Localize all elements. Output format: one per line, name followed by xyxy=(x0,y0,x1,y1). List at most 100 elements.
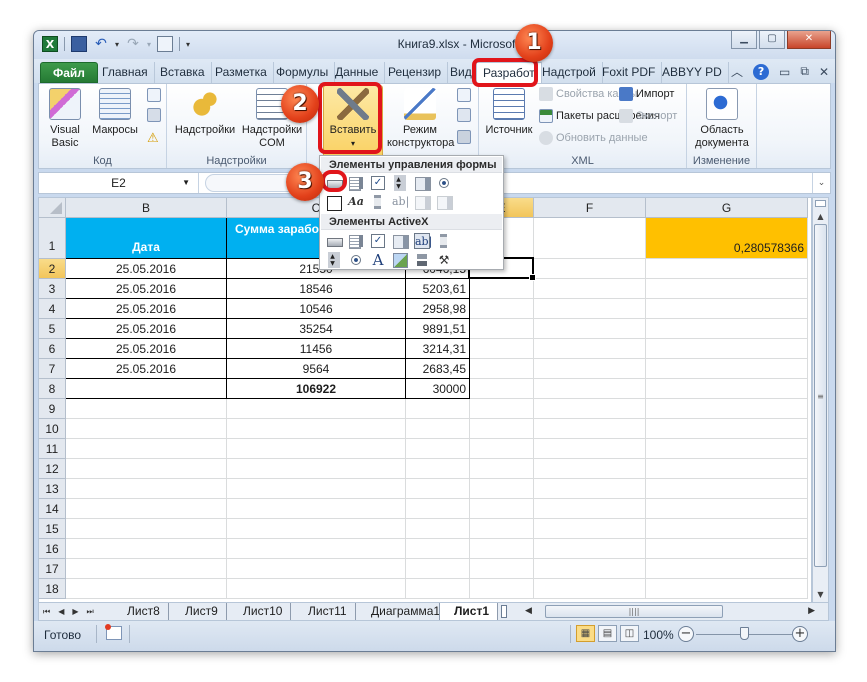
sheet-tab-diagram1[interactable]: Диаграмма1 xyxy=(357,603,450,620)
cell-empty[interactable] xyxy=(534,319,646,339)
row-header[interactable]: 4 xyxy=(39,299,66,319)
normal-view-icon[interactable]: ▦ xyxy=(576,625,595,642)
cell-d[interactable] xyxy=(406,559,470,579)
cell-empty[interactable] xyxy=(470,539,534,559)
form-combo-list-edit-icon[interactable] xyxy=(414,194,431,210)
activex-text-box-icon[interactable]: ab| xyxy=(414,233,432,249)
cell-empty[interactable] xyxy=(534,399,646,419)
cell-f1[interactable] xyxy=(534,218,646,259)
form-text-field-icon[interactable]: ab| xyxy=(392,194,409,210)
run-dialog-button[interactable] xyxy=(457,130,471,144)
cell-empty[interactable] xyxy=(470,559,534,579)
cell-date[interactable]: 25.05.2016 xyxy=(66,259,227,279)
cell-sum[interactable]: 35254 xyxy=(227,319,406,339)
row-header[interactable]: 14 xyxy=(39,499,66,519)
cell-empty[interactable] xyxy=(534,479,646,499)
form-label-icon[interactable]: Aa xyxy=(348,194,364,210)
view-code-button[interactable] xyxy=(457,108,471,122)
cell-empty[interactable] xyxy=(470,499,534,519)
row-header-1[interactable]: 1 xyxy=(39,218,66,259)
cell-date[interactable] xyxy=(66,379,227,399)
cell-d[interactable]: 5203,61 xyxy=(406,279,470,299)
minimize-ribbon-icon[interactable]: ︿ xyxy=(731,63,743,80)
cell-sum[interactable] xyxy=(227,559,406,579)
last-sheet-icon[interactable]: ⏭ xyxy=(87,605,94,619)
row-header[interactable]: 11 xyxy=(39,439,66,459)
maximize-button[interactable]: ▢ xyxy=(759,31,785,49)
cell-d[interactable] xyxy=(406,539,470,559)
relative-refs-button[interactable] xyxy=(147,108,161,122)
cell-empty[interactable] xyxy=(646,259,808,279)
row-header[interactable]: 12 xyxy=(39,459,66,479)
form-combo-box-icon[interactable] xyxy=(348,175,364,191)
cell-empty[interactable] xyxy=(534,579,646,599)
cell-sum[interactable]: 106922 xyxy=(227,379,406,399)
horizontal-scroll-thumb[interactable]: |||| xyxy=(545,605,723,618)
cell-d[interactable]: 2958,98 xyxy=(406,299,470,319)
activex-image-icon[interactable] xyxy=(392,252,408,268)
cell-date[interactable]: 25.05.2016 xyxy=(66,299,227,319)
cell-empty[interactable] xyxy=(534,379,646,399)
cell-d[interactable] xyxy=(406,439,470,459)
form-check-box-icon[interactable] xyxy=(370,175,386,191)
sheet-tab-list1[interactable]: Лист1 xyxy=(439,603,499,620)
cell-empty[interactable] xyxy=(646,279,808,299)
cell-date[interactable] xyxy=(66,519,227,539)
cell-empty[interactable] xyxy=(470,279,534,299)
tab-abbyy-pdf[interactable]: ABBYY PD xyxy=(656,62,729,83)
cell-sum[interactable] xyxy=(227,459,406,479)
cell-sum[interactable] xyxy=(227,499,406,519)
zoom-in-icon[interactable]: + xyxy=(792,626,808,642)
cell-sum[interactable]: 10546 xyxy=(227,299,406,319)
form-list-box-icon[interactable] xyxy=(414,175,431,191)
cell-d[interactable]: 9891,51 xyxy=(406,319,470,339)
macros-button[interactable]: Макросы xyxy=(89,86,141,137)
zoom-level[interactable]: 100% xyxy=(643,628,674,642)
scroll-down-icon[interactable]: ▼ xyxy=(813,588,828,602)
cell-empty[interactable] xyxy=(646,339,808,359)
cell-d[interactable] xyxy=(406,519,470,539)
cell-empty[interactable] xyxy=(470,419,534,439)
macro-security-button[interactable]: ⚠ xyxy=(147,130,159,146)
sheet-tab-list10[interactable]: Лист10 xyxy=(229,603,292,620)
prev-sheet-icon[interactable]: ◀ xyxy=(58,605,64,619)
cell-empty[interactable] xyxy=(646,419,808,439)
activex-option-button-icon[interactable] xyxy=(348,252,364,268)
workbook-restore-icon[interactable]: ⧉ xyxy=(800,64,809,79)
cell-empty[interactable] xyxy=(534,559,646,579)
tab-formulas[interactable]: Формулы xyxy=(270,62,336,83)
row-header[interactable]: 16 xyxy=(39,539,66,559)
row-header[interactable]: 10 xyxy=(39,419,66,439)
column-header-g[interactable]: G xyxy=(646,198,808,218)
cell-empty[interactable] xyxy=(646,579,808,599)
activex-combo-box-icon[interactable] xyxy=(348,233,364,249)
cell-sum[interactable] xyxy=(227,579,406,599)
cell-empty[interactable] xyxy=(534,499,646,519)
cell-date[interactable] xyxy=(66,559,227,579)
cell-empty[interactable] xyxy=(470,359,534,379)
row-header[interactable]: 9 xyxy=(39,399,66,419)
activex-command-button-icon[interactable] xyxy=(326,233,343,249)
cell-date[interactable] xyxy=(66,479,227,499)
tab-split-handle[interactable] xyxy=(501,605,507,618)
help-icon[interactable]: ? xyxy=(753,63,770,80)
import-button[interactable]: Импорт xyxy=(619,87,674,101)
sheet-tab-list9[interactable]: Лист9 xyxy=(171,603,227,620)
cell-empty[interactable] xyxy=(646,519,808,539)
cell-empty[interactable] xyxy=(470,459,534,479)
cell-b1[interactable]: Дата xyxy=(66,218,227,259)
cell-empty[interactable] xyxy=(534,439,646,459)
name-box-dropdown-icon[interactable]: ▼ xyxy=(182,173,190,193)
cell-empty[interactable] xyxy=(646,459,808,479)
row-header[interactable]: 3 xyxy=(39,279,66,299)
cell-empty[interactable] xyxy=(470,339,534,359)
cell-date[interactable] xyxy=(66,499,227,519)
document-panel-button[interactable]: Область документа xyxy=(691,86,753,150)
cell-empty[interactable] xyxy=(534,279,646,299)
properties-button[interactable] xyxy=(457,88,471,102)
scroll-up-icon[interactable]: ▲ xyxy=(813,210,828,224)
activex-scroll-bar-icon[interactable] xyxy=(436,233,452,249)
next-sheet-icon[interactable]: ▶ xyxy=(72,605,78,619)
page-break-view-icon[interactable]: ◫ xyxy=(620,625,639,642)
first-sheet-icon[interactable]: ⏮ xyxy=(43,605,50,619)
